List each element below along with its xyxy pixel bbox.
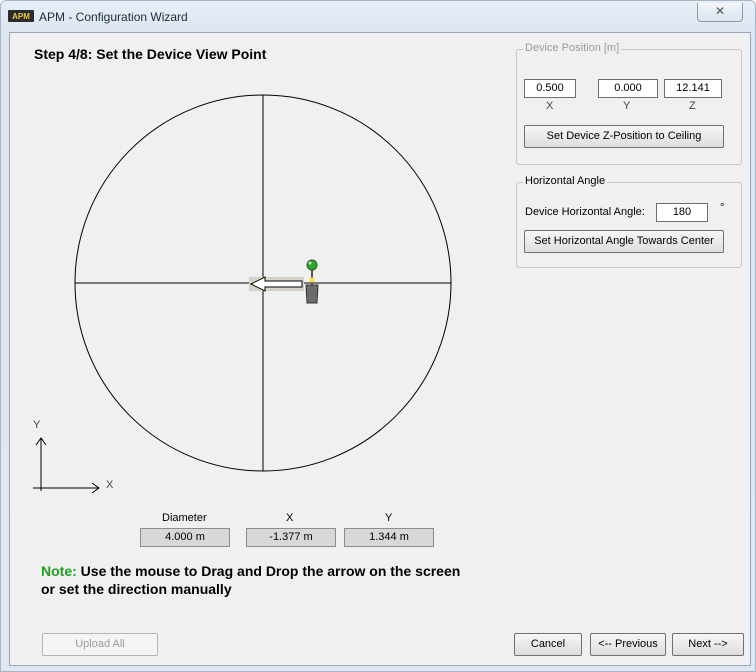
device-x-field[interactable]: 0.500 [524,79,576,98]
window-title: APM - Configuration Wizard [39,10,188,24]
apm-logo-icon: APM [8,10,34,22]
diameter-label: Diameter [162,512,207,524]
device-y-label: Y [623,100,631,112]
y-readout: 1.344 m [344,528,434,547]
axis-y-label: Y [33,419,41,431]
x-readout-label: X [286,512,294,524]
wizard-content: Step 4/8: Set the Device View Point Y X … [9,32,751,666]
previous-button[interactable]: <-- Previous [590,633,666,656]
set-z-ceiling-button[interactable]: Set Device Z-Position to Ceiling [524,125,724,148]
horizontal-angle-group: Horizontal Angle Device Horizontal Angle… [516,175,742,268]
angle-field[interactable]: 180 [656,203,708,222]
x-readout: -1.377 m [246,528,336,547]
device-z-label: Z [689,100,696,112]
device-y-field[interactable]: 0.000 [598,79,658,98]
camera-device-icon[interactable] [305,259,319,304]
horizontal-angle-title: Horizontal Angle [523,175,608,187]
wizard-window: APM APM - Configuration Wizard ✕ Step 4/… [0,0,756,672]
device-x-label: X [546,100,554,112]
note-text: Use the mouse to Drag and Drop the arrow… [41,563,461,597]
close-button[interactable]: ✕ [697,3,743,22]
cancel-button[interactable]: Cancel [514,633,582,656]
diameter-readout: 4.000 m [140,528,230,547]
room-plot[interactable] [10,33,470,513]
y-readout-label: Y [385,512,393,524]
set-angle-center-button[interactable]: Set Horizontal Angle Towards Center [524,230,724,253]
close-icon: ✕ [714,4,726,18]
axes-indicator [33,437,100,494]
instruction-note: Note: Use the mouse to Drag and Drop the… [41,562,461,598]
device-position-group: Device Position [m] 0.500 0.000 12.141 X… [516,42,742,165]
direction-arrow-icon[interactable] [249,276,304,292]
next-button[interactable]: Next --> [672,633,744,656]
degree-symbol: ° [720,202,725,214]
axis-x-label: X [106,479,114,491]
device-position-title: Device Position [m] [523,42,622,54]
device-z-field[interactable]: 12.141 [664,79,722,98]
upload-all-button[interactable]: Upload All [42,633,158,656]
svg-text:APM: APM [12,12,30,21]
angle-label: Device Horizontal Angle: [525,206,645,218]
title-bar[interactable]: APM APM - Configuration Wizard ✕ [1,1,755,33]
note-label: Note: [41,563,77,579]
